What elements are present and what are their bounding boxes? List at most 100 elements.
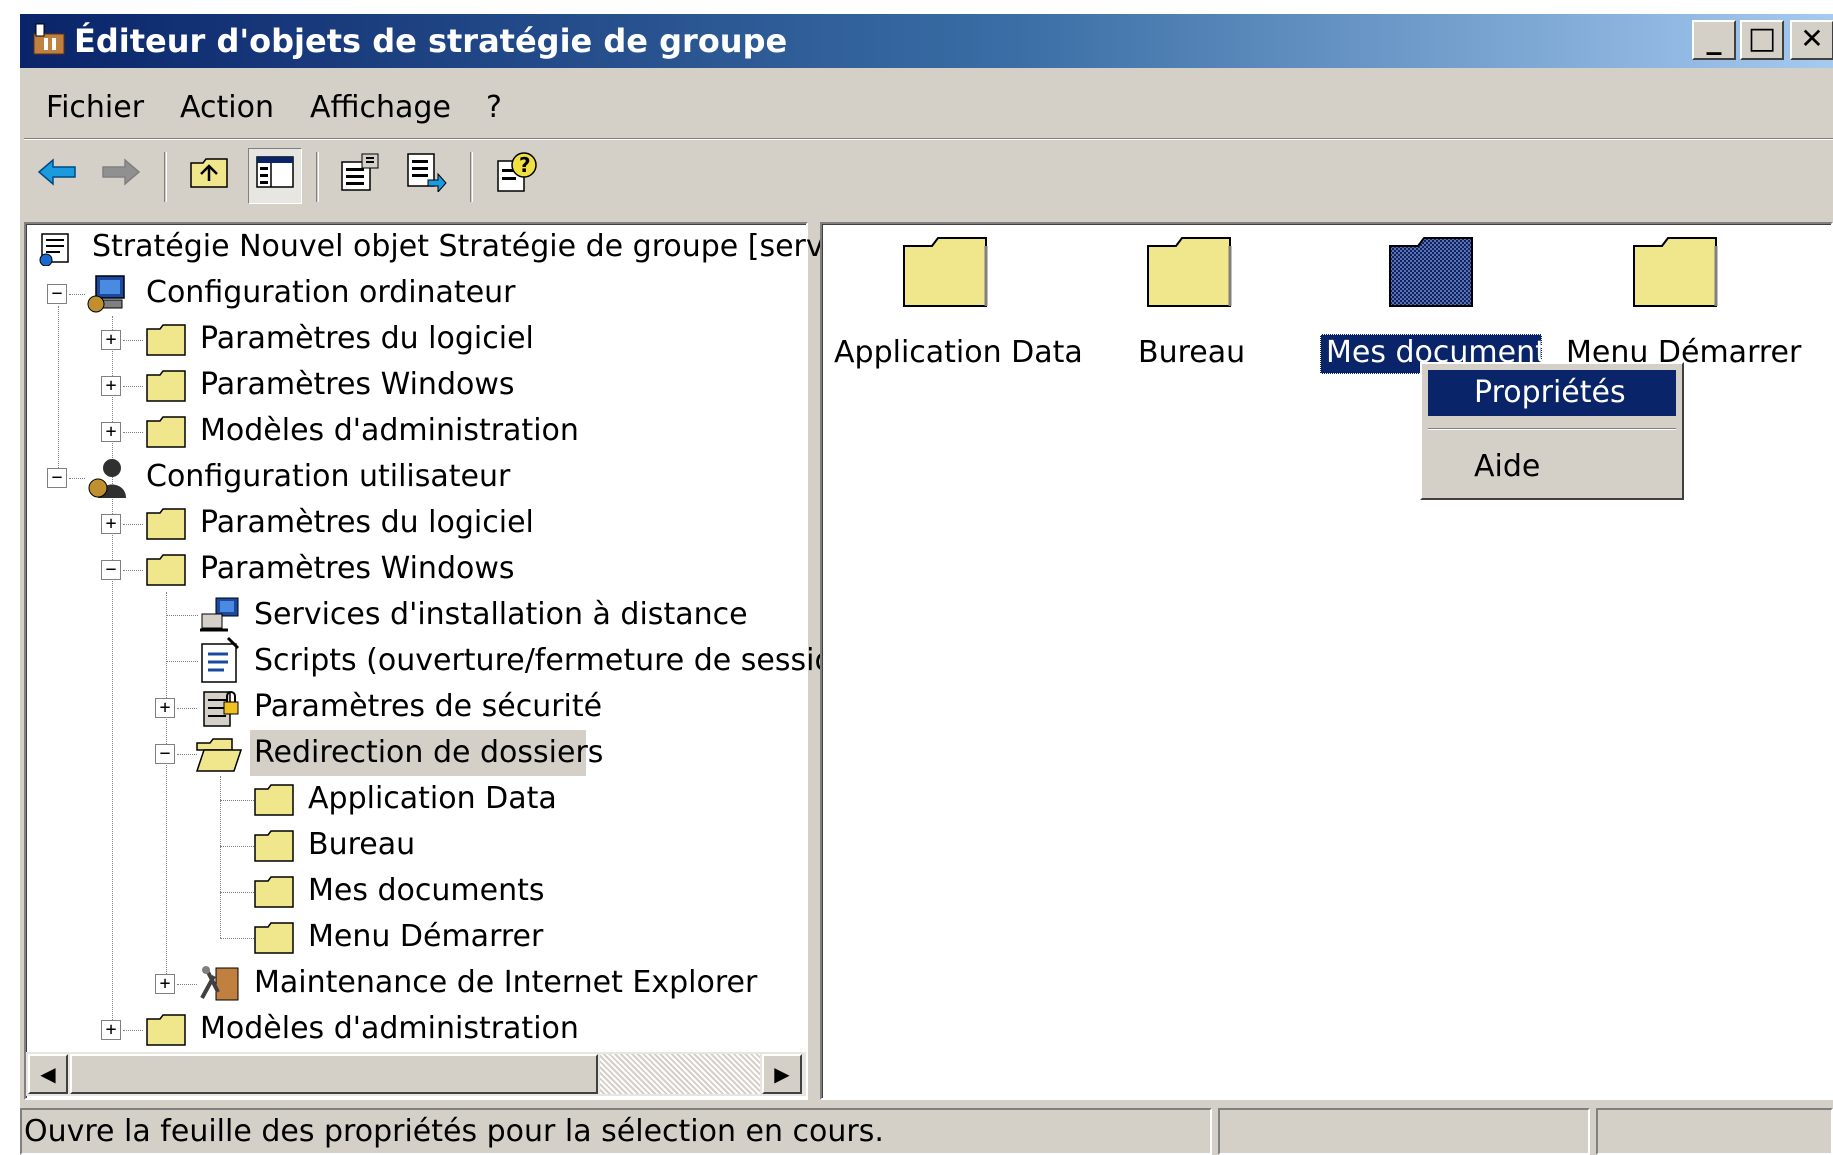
expand-toggle[interactable]: + [101,1020,121,1040]
tree-item-computer-configuration[interactable]: Configuration ordinateur [146,270,516,316]
tree-connector [220,846,254,847]
tree-item-scripts[interactable]: Scripts (ouverture/fermeture de session [254,638,852,684]
export-list-button[interactable] [400,148,454,204]
help-button[interactable]: ? [490,148,544,204]
tree-item-user-configuration[interactable]: Configuration utilisateur [146,454,510,500]
close-button[interactable]: ✕ [1790,20,1833,60]
show-hide-console-tree-button[interactable] [248,148,302,204]
svg-text:?: ? [519,153,531,177]
tree-connector [220,938,254,939]
back-button[interactable] [30,148,84,204]
collapse-toggle[interactable]: − [47,468,67,488]
folder-icon [254,830,294,870]
folder-icon [254,876,294,916]
menu-file[interactable]: Fichier [46,86,144,130]
tree-item-cc-admin-templates[interactable]: Modèles d'administration [200,408,579,454]
forward-arrow-icon [99,155,143,197]
forward-button[interactable] [94,148,148,204]
tree-item-fr-my-documents[interactable]: Mes documents [308,868,545,914]
tree-item-cc-software-settings[interactable]: Paramètres du logiciel [200,316,534,362]
tree-connector [123,432,143,433]
tree-connector [177,984,197,985]
folder-icon [254,784,294,824]
policy-scroll-icon [36,230,78,280]
collapse-toggle[interactable]: − [47,284,67,304]
tree-connector [69,294,85,295]
tree-connector [166,592,167,984]
tree-label-root: Stratégie Nouvel objet Stratégie de grou… [92,229,874,264]
tree-connector [123,570,143,571]
minimize-button[interactable]: _ [1692,20,1736,60]
expand-toggle[interactable]: + [101,330,121,350]
start-menu-folder-icon[interactable] [1632,236,1718,316]
properties-icon [340,152,382,200]
context-menu-properties[interactable]: Propriétés [1474,370,1626,416]
context-menu-separator [1428,428,1676,430]
tree-connector [166,615,198,616]
toolbar-separator [164,152,167,202]
menu-view[interactable]: Affichage [310,86,451,130]
maximize-button[interactable]: □ [1740,20,1784,60]
scroll-left-button[interactable]: ◀ [28,1054,68,1094]
computer-icon [86,272,132,322]
status-bar-panel-2 [1218,1108,1590,1155]
context-menu-help[interactable]: Aide [1474,444,1540,490]
toolbar-separator [470,152,473,202]
scrollbar-thumb[interactable] [70,1054,598,1094]
folder-icon [146,1014,186,1054]
folder-icon [146,554,186,594]
content-item-application-data[interactable]: Application Data [834,332,1083,374]
tree-item-cc-windows-settings[interactable]: Paramètres Windows [200,362,515,408]
menu-help[interactable]: ? [486,86,502,130]
tree-item-folder-redirection[interactable]: Redirection de dossiers [254,730,603,776]
expand-toggle[interactable]: + [101,422,121,442]
scroll-right-button[interactable]: ▶ [762,1054,802,1094]
folder-icon [146,508,186,548]
properties-button[interactable] [334,148,388,204]
menu-toolbar-divider [24,138,1833,140]
tree-connector [123,1030,143,1031]
scrollbar-track[interactable] [600,1054,760,1094]
collapse-toggle[interactable]: − [155,744,175,764]
expand-toggle[interactable]: + [101,514,121,534]
tree-connector [166,661,198,662]
expand-toggle[interactable]: + [155,974,175,994]
expand-toggle[interactable]: + [155,698,175,718]
tree-item-remote-installation[interactable]: Services d'installation à distance [254,592,748,638]
tree-connector [58,306,59,476]
tree-item-ie-maintenance[interactable]: Maintenance de Internet Explorer [254,960,757,1006]
help-icon: ? [496,151,538,201]
tree-item-security-settings[interactable]: Paramètres de sécurité [254,684,602,730]
my-documents-folder-icon[interactable] [1388,236,1474,316]
tree-item-fr-application-data[interactable]: Application Data [308,776,557,822]
content-item-desktop[interactable]: Bureau [1138,332,1245,374]
tree-connector [177,754,197,755]
gpo-editor-app-icon[interactable] [30,20,68,58]
tree-item-uc-admin-templates[interactable]: Modèles d'administration [200,1006,579,1052]
toolbar-separator [316,152,319,202]
window-title: Éditeur d'objets de stratégie de groupe [74,22,788,60]
tree-connector [123,524,143,525]
script-icon [198,636,242,692]
folder-icon [254,922,294,962]
desktop-folder-icon[interactable] [1146,236,1232,316]
tree-connector [69,478,85,479]
tree-item-uc-software-settings[interactable]: Paramètres du logiciel [200,500,534,546]
collapse-toggle[interactable]: − [101,560,121,580]
tree-connector [177,708,197,709]
up-one-level-button[interactable] [182,148,236,204]
folder-icon [146,324,186,364]
tree-connector [123,386,143,387]
tree-item-uc-windows-settings[interactable]: Paramètres Windows [200,546,515,592]
show-hide-tree-icon [255,155,295,197]
folder-icon [146,370,186,410]
menu-action[interactable]: Action [180,86,274,130]
ie-maintenance-icon [198,962,242,1010]
tree-item-fr-desktop[interactable]: Bureau [308,822,415,868]
expand-toggle[interactable]: + [101,376,121,396]
tree-connector [123,340,143,341]
application-data-folder-icon[interactable] [902,236,988,316]
open-folder-icon [195,738,243,780]
folder-icon [146,416,186,456]
tree-item-fr-start-menu[interactable]: Menu Démarrer [308,914,543,960]
